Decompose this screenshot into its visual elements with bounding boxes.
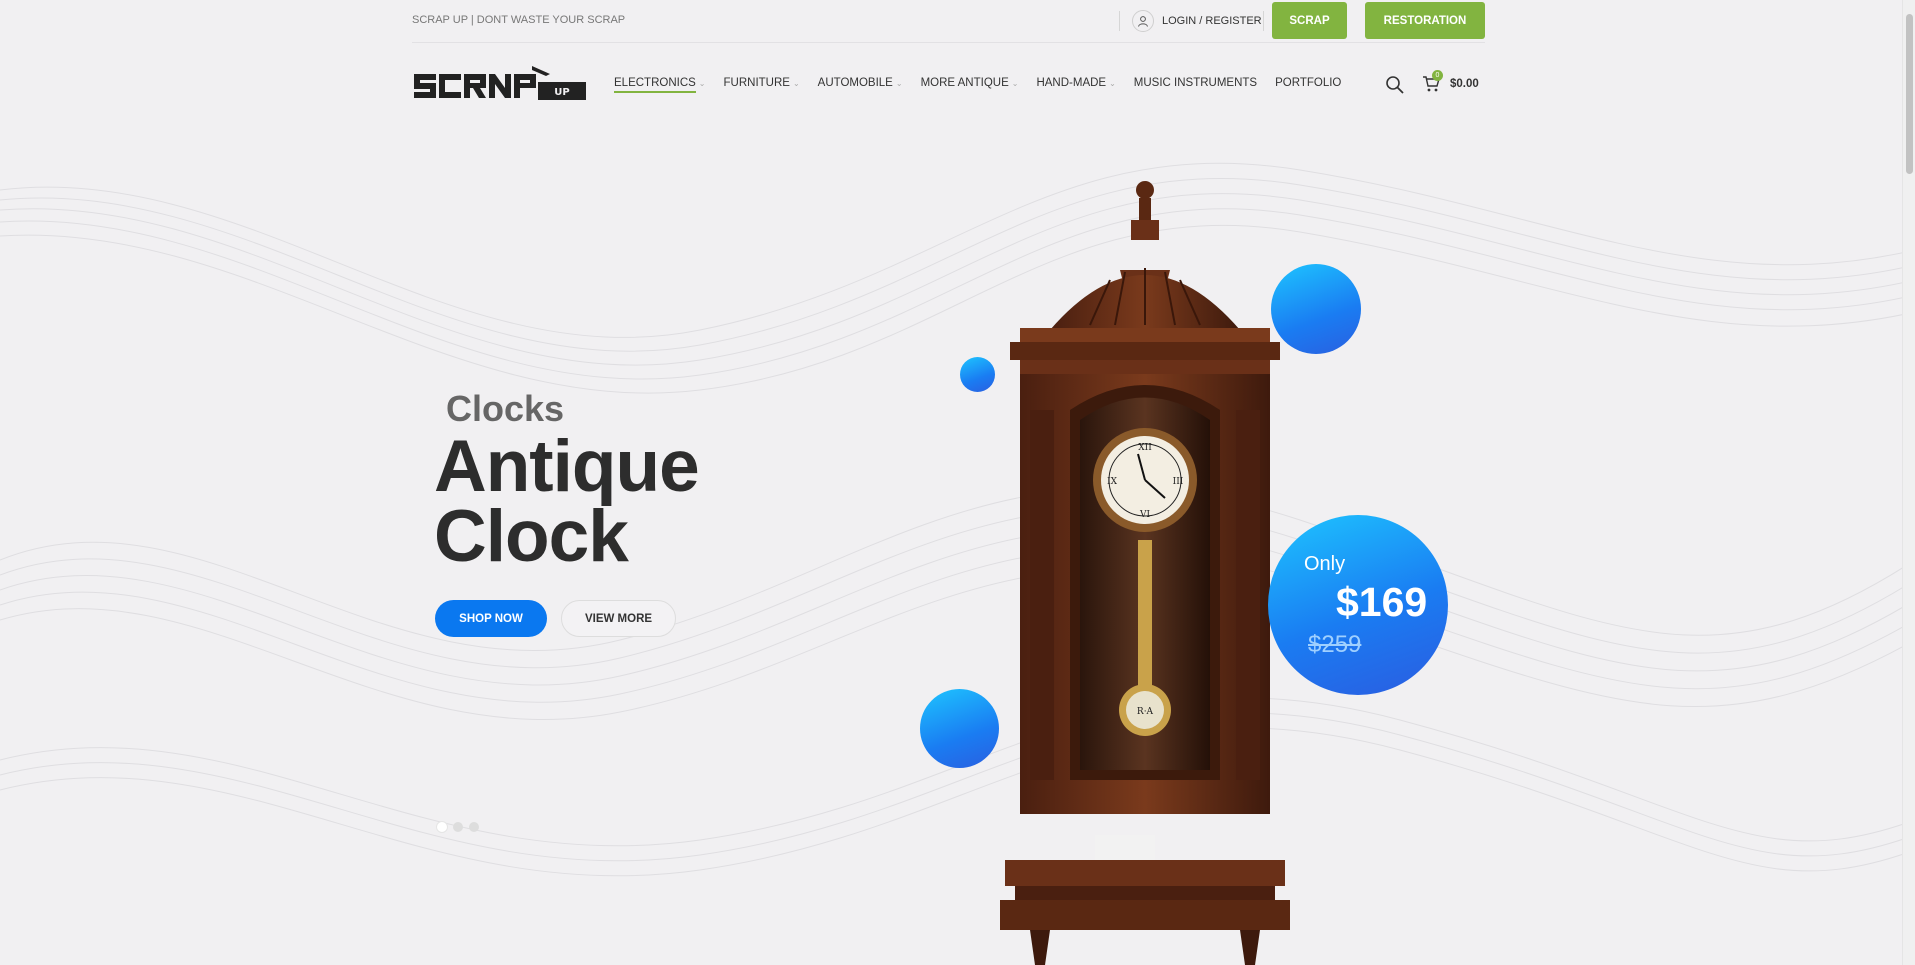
divider (1263, 11, 1264, 31)
hero-subtitle: Clocks (446, 388, 565, 429)
login-register-label: LOGIN / REGISTER (1162, 15, 1262, 27)
chevron-down-icon: ⌄ (1109, 78, 1116, 88)
hero-title-line: Antique (434, 426, 700, 507)
nav-automobile[interactable]: AUTOMOBILE ⌄ (818, 77, 903, 93)
main-header: UP ELECTRONICS ⌄ FURNITURE ⌄ AUTOMOBILE ⌄ M… (412, 44, 1485, 124)
cart-total: $0.00 (1450, 78, 1479, 90)
svg-text:III: III (1173, 477, 1184, 487)
nav-furniture[interactable]: FURNITURE ⌄ (724, 77, 800, 93)
chevron-down-icon: ⌄ (895, 78, 903, 88)
svg-text:UP: UP (554, 87, 569, 98)
price-only-label: Only (1304, 553, 1346, 575)
nav-label: AUTOMOBILE (817, 77, 893, 89)
site-logo[interactable]: UP (412, 64, 588, 106)
price-current: $169 (1336, 579, 1428, 625)
page-scrollbar[interactable] (1902, 0, 1915, 965)
nav-label: FURNITURE (723, 77, 790, 89)
price-original: $259 (1308, 631, 1362, 658)
shop-now-button[interactable]: SHOP NOW (435, 600, 547, 637)
chevron-down-icon: ⌄ (698, 78, 706, 88)
hero-title: Antique Clock (434, 426, 700, 577)
chevron-down-icon: ⌄ (1011, 78, 1019, 88)
scrap-button[interactable]: SCRAP (1272, 2, 1347, 39)
price-badge: Only $169 $259 (1268, 515, 1448, 695)
svg-text:IX: IX (1107, 477, 1118, 487)
main-navigation: ELECTRONICS ⌄ FURNITURE ⌄ AUTOMOBILE ⌄ MORE… (614, 77, 1359, 93)
nav-music-instruments[interactable]: MUSIC INSTRUMENTS (1134, 77, 1257, 93)
slider-pagination (437, 822, 485, 832)
restoration-button[interactable]: RESTORATION (1365, 2, 1485, 39)
nav-label: MORE ANTIQUE (920, 77, 1009, 89)
scrollbar-thumb[interactable] (1906, 14, 1913, 174)
user-icon (1132, 10, 1154, 32)
nav-label: ELECTRONICS (614, 77, 696, 89)
top-bar: SCRAP UP | DONT WASTE YOUR SCRAP LOGIN /… (412, 0, 1485, 43)
decorative-bubble (960, 357, 995, 392)
search-icon[interactable] (1385, 75, 1405, 95)
svg-text:VI: VI (1139, 510, 1150, 520)
divider (1119, 11, 1120, 31)
view-more-button[interactable]: VIEW MORE (561, 600, 676, 637)
nav-more-antique[interactable]: MORE ANTIQUE ⌄ (921, 77, 1019, 93)
chevron-down-icon: ⌄ (792, 78, 800, 88)
nav-hand-made[interactable]: HAND-MADE ⌄ (1036, 77, 1115, 93)
slider-dot[interactable] (469, 822, 479, 832)
nav-label: HAND-MADE (1036, 77, 1107, 89)
login-register-link[interactable]: LOGIN / REGISTER (1132, 8, 1262, 34)
cart-count-badge: 0 (1432, 70, 1443, 81)
nav-portfolio[interactable]: PORTFOLIO (1275, 77, 1341, 93)
hero-background-waves (0, 162, 1915, 877)
decorative-bubble (920, 689, 999, 768)
nav-electronics[interactable]: ELECTRONICS ⌄ (614, 77, 706, 93)
nav-label: PORTFOLIO (1275, 77, 1342, 89)
decorative-bubble (1271, 264, 1361, 354)
slider-dot[interactable] (453, 822, 463, 832)
hero-title-line: Clock (434, 496, 629, 577)
site-tagline: SCRAP UP | DONT WASTE YOUR SCRAP (412, 14, 626, 26)
cart-button[interactable]: 0 $0.00 (1422, 70, 1479, 93)
svg-text:R·A: R·A (1137, 707, 1154, 717)
svg-text:XII: XII (1138, 443, 1152, 453)
slider-dot[interactable] (437, 822, 447, 832)
nav-label: MUSIC INSTRUMENTS (1133, 77, 1258, 89)
